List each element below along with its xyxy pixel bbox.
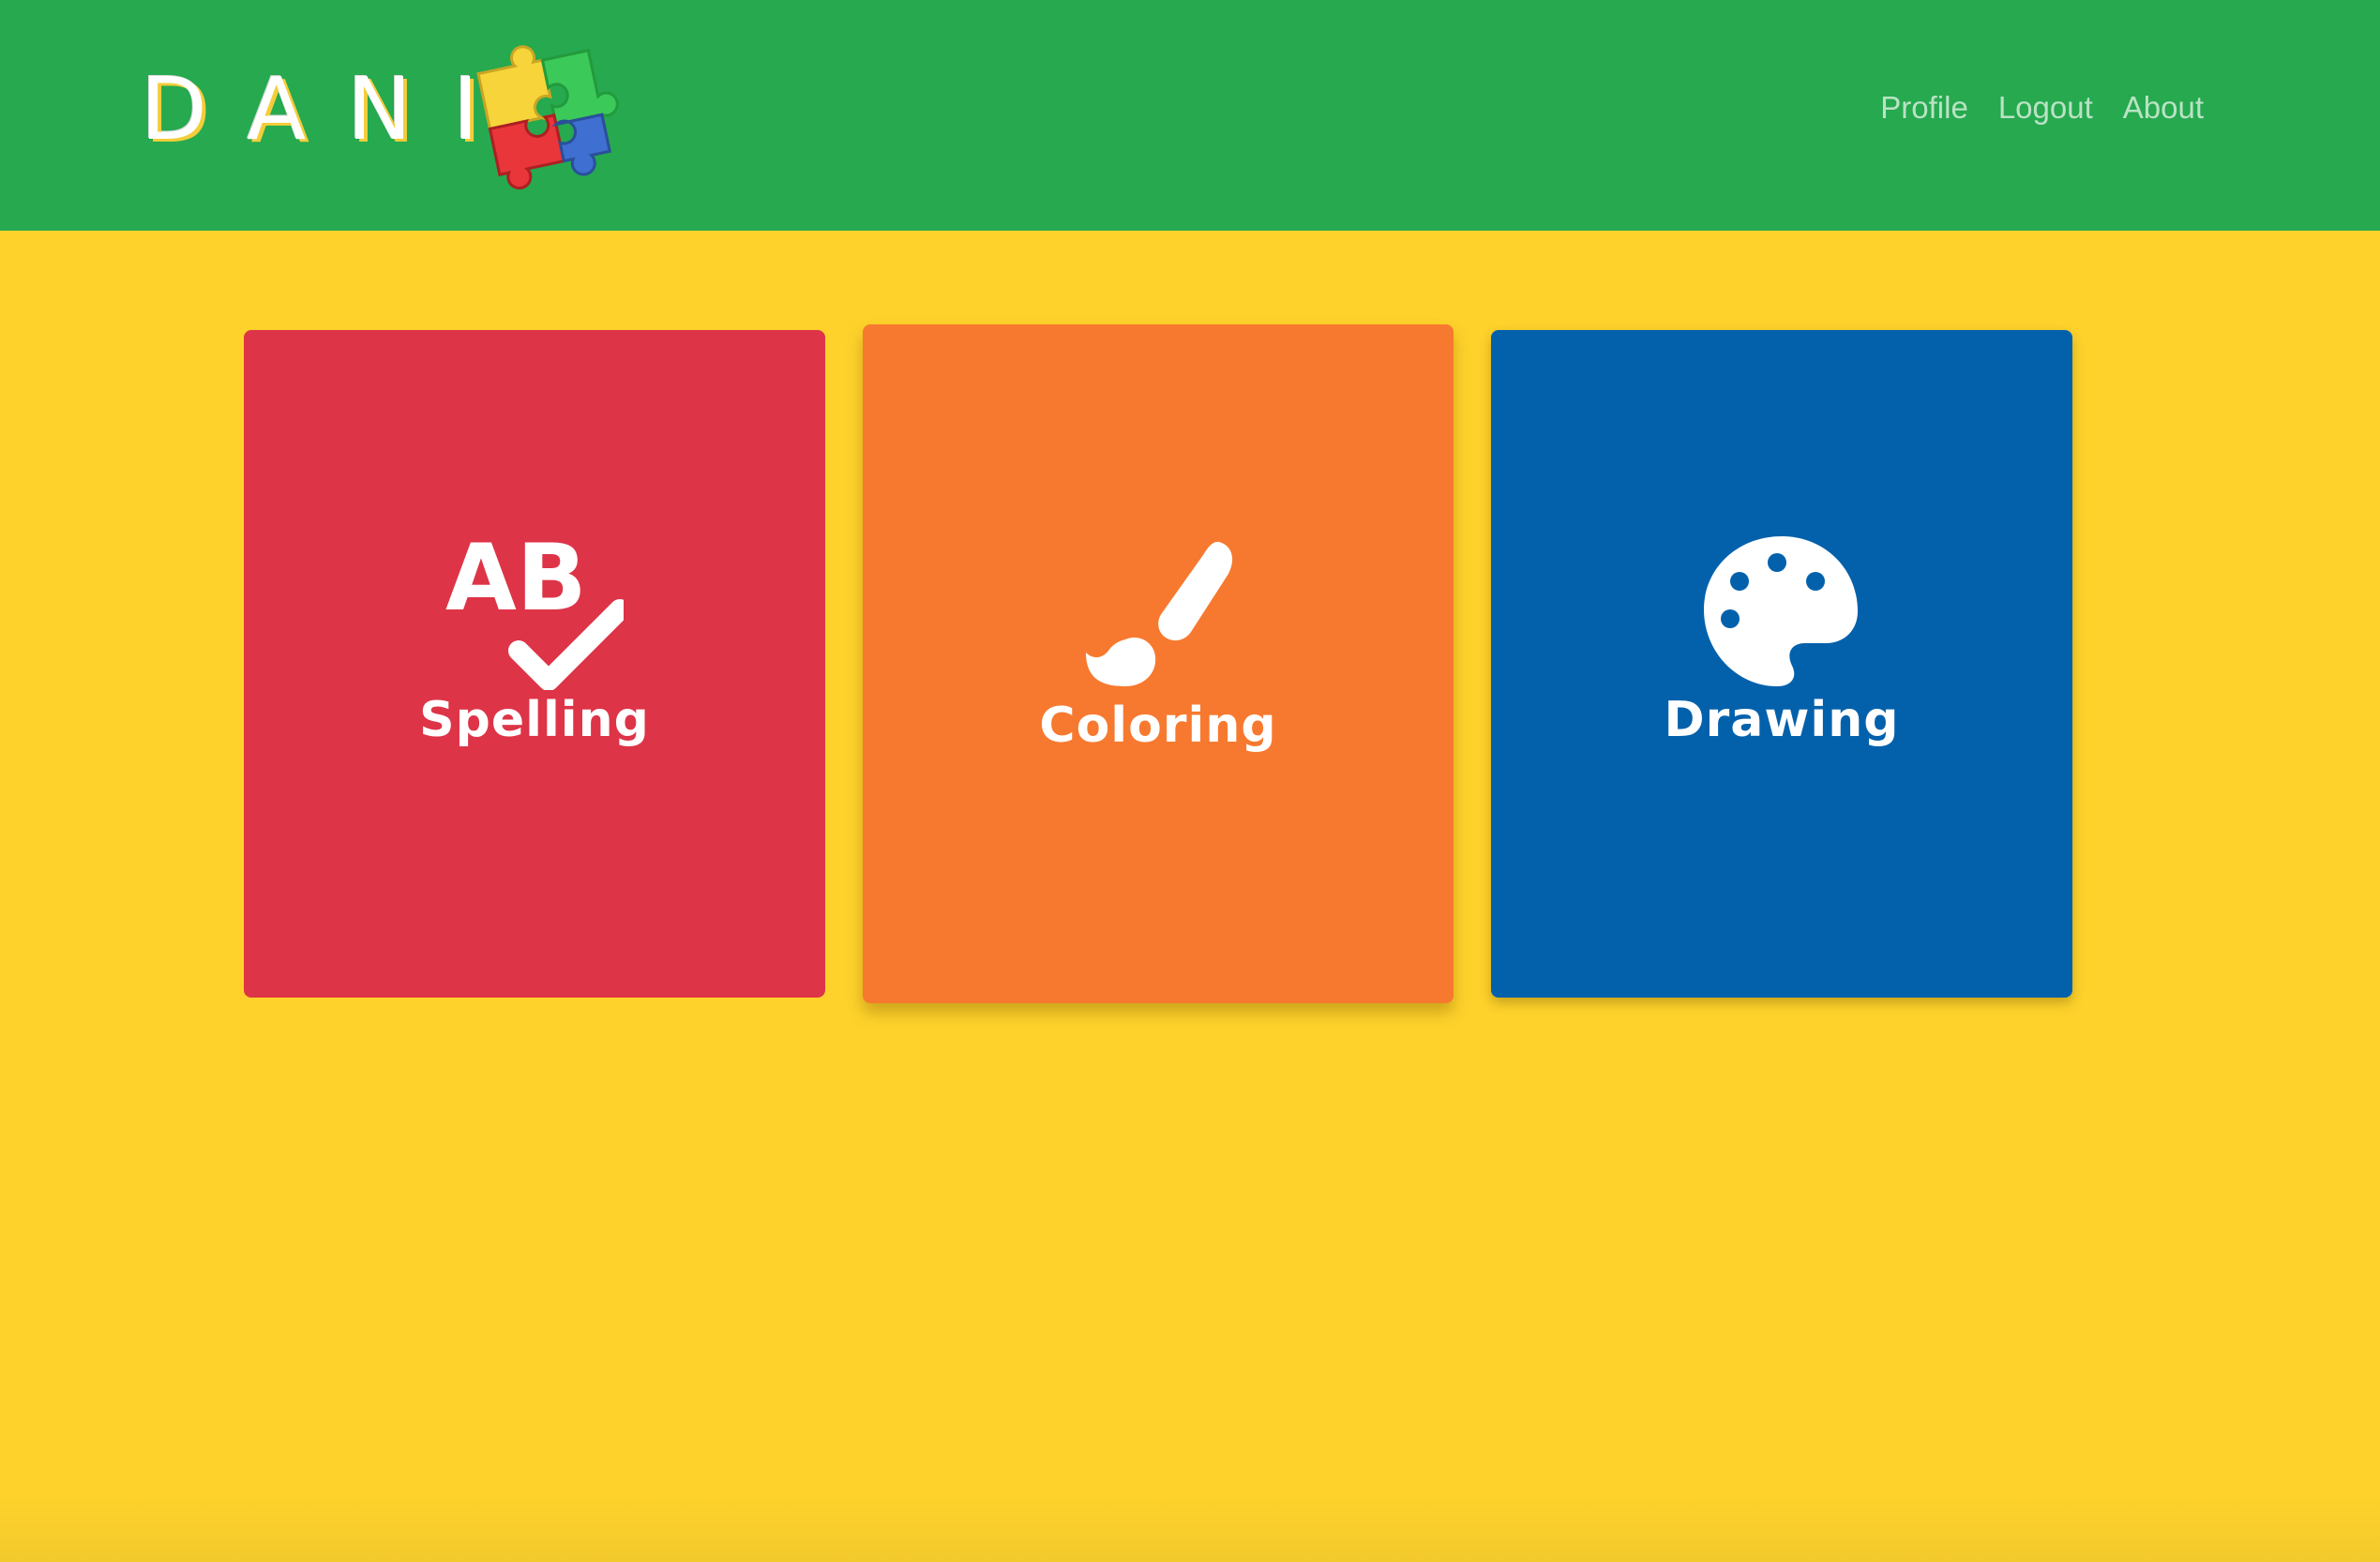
spelling-label: Spelling: [419, 692, 650, 748]
nav-about-link[interactable]: About: [2123, 90, 2204, 126]
spelling-tile[interactable]: AB Spelling: [244, 330, 825, 998]
drawing-tile[interactable]: Drawing: [1491, 330, 2072, 998]
main-nav: Profile Logout About: [1880, 90, 2204, 126]
palette-icon: [1704, 536, 1858, 686]
nav-profile-link[interactable]: Profile: [1880, 90, 1968, 126]
svg-text:AB: AB: [445, 531, 587, 632]
spelling-check-icon: AB: [445, 531, 624, 690]
coloring-label: Coloring: [1039, 698, 1277, 754]
top-navbar: DANI Profile Logout About: [0, 0, 2380, 231]
coloring-tile[interactable]: Coloring: [863, 324, 1454, 1003]
paintbrush-icon: [1086, 541, 1233, 686]
nav-logout-link[interactable]: Logout: [1998, 90, 2093, 126]
puzzle-logo-icon: [476, 45, 619, 190]
drawing-label: Drawing: [1664, 692, 1900, 748]
page-bottom-fade: [0, 1496, 2380, 1562]
